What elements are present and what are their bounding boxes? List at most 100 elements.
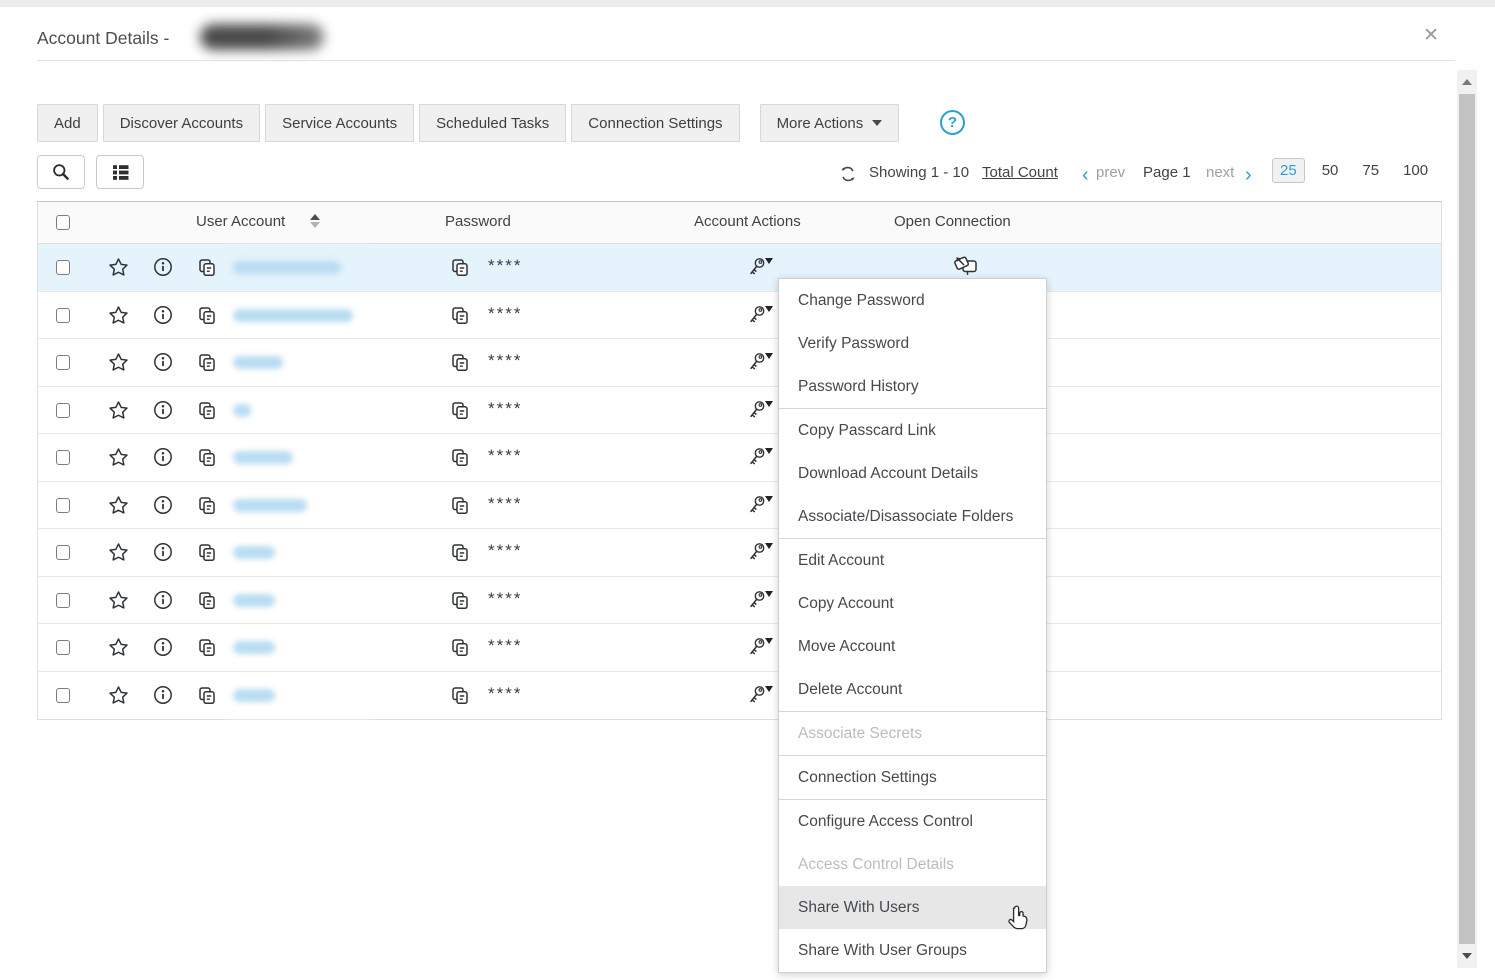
toolbar-button-discover-accounts[interactable]: Discover Accounts bbox=[103, 104, 260, 142]
scrollbar-thumb[interactable] bbox=[1459, 94, 1475, 944]
menu-item-copy-account[interactable]: Copy Account bbox=[779, 582, 1046, 625]
more-actions-button[interactable]: More Actions bbox=[760, 104, 900, 142]
row-checkbox[interactable] bbox=[56, 593, 70, 608]
copy-username-icon[interactable] bbox=[196, 257, 217, 278]
account-actions-key-icon[interactable] bbox=[746, 350, 768, 374]
select-all-checkbox[interactable] bbox=[56, 215, 70, 230]
menu-item-edit-account[interactable]: Edit Account bbox=[779, 539, 1046, 582]
info-icon[interactable] bbox=[153, 495, 173, 515]
scrollbar-down-icon[interactable] bbox=[1457, 946, 1477, 966]
menu-item-download-account-details[interactable]: Download Account Details bbox=[779, 452, 1046, 495]
total-count-link[interactable]: Total Count bbox=[982, 164, 1058, 181]
account-actions-key-icon[interactable] bbox=[746, 398, 768, 422]
info-icon[interactable] bbox=[153, 637, 173, 657]
copy-password-icon[interactable] bbox=[449, 305, 470, 326]
account-actions-key-icon[interactable] bbox=[746, 683, 768, 707]
favorite-star-icon[interactable] bbox=[108, 542, 129, 563]
favorite-star-icon[interactable] bbox=[108, 637, 129, 658]
toolbar-button-connection-settings[interactable]: Connection Settings bbox=[571, 104, 739, 142]
menu-item-connection-settings[interactable]: Connection Settings bbox=[779, 756, 1046, 799]
account-name-blurred[interactable] bbox=[233, 499, 307, 512]
favorite-star-icon[interactable] bbox=[108, 590, 129, 611]
account-actions-key-icon[interactable] bbox=[746, 445, 768, 469]
menu-item-share-with-user-groups[interactable]: Share With User Groups bbox=[779, 929, 1046, 972]
account-name-blurred[interactable] bbox=[233, 594, 275, 607]
row-checkbox[interactable] bbox=[56, 545, 70, 560]
account-actions-key-icon[interactable] bbox=[746, 493, 768, 517]
row-checkbox[interactable] bbox=[56, 308, 70, 323]
copy-password-icon[interactable] bbox=[449, 400, 470, 421]
account-name-blurred[interactable] bbox=[233, 451, 293, 464]
row-checkbox[interactable] bbox=[56, 640, 70, 655]
menu-item-verify-password[interactable]: Verify Password bbox=[779, 322, 1046, 365]
next-chevron-icon[interactable]: › bbox=[1245, 164, 1252, 187]
copy-password-icon[interactable] bbox=[449, 542, 470, 563]
copy-username-icon[interactable] bbox=[196, 685, 217, 706]
favorite-star-icon[interactable] bbox=[108, 305, 129, 326]
prev-button[interactable]: prev bbox=[1096, 164, 1125, 181]
info-icon[interactable] bbox=[153, 590, 173, 610]
page-size-25[interactable]: 25 bbox=[1272, 158, 1305, 183]
info-icon[interactable] bbox=[153, 542, 173, 562]
prev-chevron-icon[interactable]: ‹ bbox=[1082, 164, 1089, 187]
column-header-user-account[interactable]: User Account bbox=[196, 213, 285, 230]
refresh-icon[interactable] bbox=[838, 164, 858, 188]
close-icon[interactable]: ✕ bbox=[1423, 24, 1439, 47]
row-checkbox[interactable] bbox=[56, 260, 70, 275]
toolbar-button-add[interactable]: Add bbox=[37, 104, 98, 142]
menu-item-change-password[interactable]: Change Password bbox=[779, 279, 1046, 322]
help-icon[interactable]: ? bbox=[940, 110, 965, 135]
row-checkbox[interactable] bbox=[56, 688, 70, 703]
copy-password-icon[interactable] bbox=[449, 257, 470, 278]
scrollbar[interactable] bbox=[1457, 70, 1477, 968]
account-actions-key-icon[interactable] bbox=[746, 255, 768, 279]
copy-username-icon[interactable] bbox=[196, 637, 217, 658]
copy-password-icon[interactable] bbox=[449, 495, 470, 516]
row-checkbox[interactable] bbox=[56, 403, 70, 418]
sort-icon[interactable] bbox=[310, 214, 320, 228]
copy-username-icon[interactable] bbox=[196, 400, 217, 421]
info-icon[interactable] bbox=[153, 447, 173, 467]
account-name-blurred[interactable] bbox=[233, 689, 275, 702]
row-checkbox[interactable] bbox=[56, 498, 70, 513]
page-size-75[interactable]: 75 bbox=[1355, 158, 1386, 183]
copy-username-icon[interactable] bbox=[196, 495, 217, 516]
copy-password-icon[interactable] bbox=[449, 637, 470, 658]
account-actions-key-icon[interactable] bbox=[746, 303, 768, 327]
copy-username-icon[interactable] bbox=[196, 305, 217, 326]
menu-item-password-history[interactable]: Password History bbox=[779, 365, 1046, 408]
menu-item-copy-passcard-link[interactable]: Copy Passcard Link bbox=[779, 409, 1046, 452]
page-size-100[interactable]: 100 bbox=[1396, 158, 1435, 183]
copy-username-icon[interactable] bbox=[196, 590, 217, 611]
page-size-50[interactable]: 50 bbox=[1315, 158, 1346, 183]
info-icon[interactable] bbox=[153, 400, 173, 420]
copy-username-icon[interactable] bbox=[196, 447, 217, 468]
copy-password-icon[interactable] bbox=[449, 685, 470, 706]
copy-username-icon[interactable] bbox=[196, 352, 217, 373]
account-actions-key-icon[interactable] bbox=[746, 635, 768, 659]
account-actions-key-icon[interactable] bbox=[746, 540, 768, 564]
info-icon[interactable] bbox=[153, 257, 173, 277]
info-icon[interactable] bbox=[153, 685, 173, 705]
account-name-blurred[interactable] bbox=[233, 309, 353, 322]
toolbar-button-scheduled-tasks[interactable]: Scheduled Tasks bbox=[419, 104, 566, 142]
account-name-blurred[interactable] bbox=[233, 546, 275, 559]
favorite-star-icon[interactable] bbox=[108, 447, 129, 468]
copy-username-icon[interactable] bbox=[196, 542, 217, 563]
scrollbar-up-icon[interactable] bbox=[1457, 72, 1477, 92]
copy-password-icon[interactable] bbox=[449, 352, 470, 373]
favorite-star-icon[interactable] bbox=[108, 495, 129, 516]
menu-item-move-account[interactable]: Move Account bbox=[779, 625, 1046, 668]
menu-item-delete-account[interactable]: Delete Account bbox=[779, 668, 1046, 711]
row-checkbox[interactable] bbox=[56, 355, 70, 370]
next-button[interactable]: next bbox=[1206, 164, 1234, 181]
open-connection-icon[interactable] bbox=[953, 254, 980, 280]
toolbar-button-service-accounts[interactable]: Service Accounts bbox=[265, 104, 414, 142]
row-checkbox[interactable] bbox=[56, 450, 70, 465]
favorite-star-icon[interactable] bbox=[108, 257, 129, 278]
copy-password-icon[interactable] bbox=[449, 447, 470, 468]
favorite-star-icon[interactable] bbox=[108, 400, 129, 421]
copy-password-icon[interactable] bbox=[449, 590, 470, 611]
menu-item-share-with-users[interactable]: Share With Users bbox=[779, 886, 1046, 929]
info-icon[interactable] bbox=[153, 305, 173, 325]
